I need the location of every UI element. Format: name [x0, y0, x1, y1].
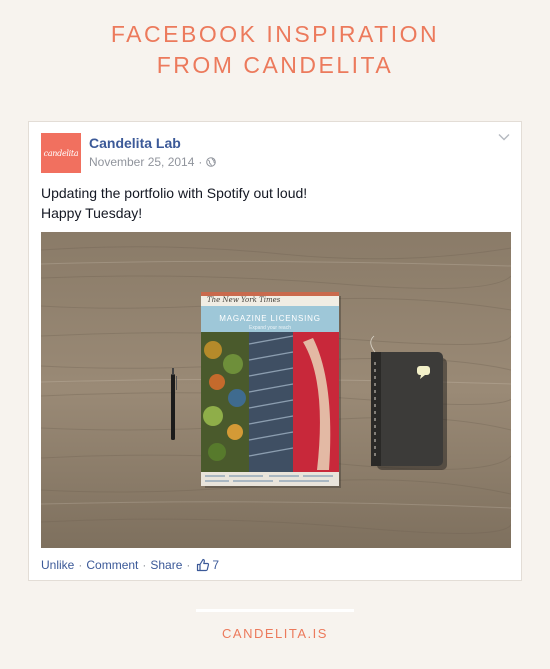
action-separator: ·	[142, 558, 147, 572]
post-meta: November 25, 2014 ·	[89, 155, 217, 169]
thumbs-up-icon	[197, 558, 210, 572]
unlike-link[interactable]: Unlike	[41, 558, 74, 572]
post-text: Updating the portfolio with Spotify out …	[41, 183, 501, 223]
magazine-subtitle: Expand your reach	[249, 325, 291, 331]
chevron-down-icon[interactable]	[498, 133, 510, 141]
post-text-line-2: Happy Tuesday!	[41, 205, 143, 221]
notebook	[370, 335, 447, 470]
action-separator: ·	[186, 558, 191, 572]
post-actions: Unlike · Comment · Share · 7	[41, 558, 219, 572]
magazine-masthead: The New York Times	[207, 296, 281, 304]
like-count[interactable]: 7	[196, 558, 219, 572]
page-avatar[interactable]: candelita	[41, 133, 81, 173]
post-photo[interactable]: The New York Times MAGAZINE LICENSING Ex…	[41, 232, 511, 548]
footer-site-link[interactable]: CANDELITA.IS	[0, 626, 550, 641]
facebook-post-card: candelita Candelita Lab November 25, 201…	[28, 121, 522, 581]
post-date[interactable]: November 25, 2014	[89, 155, 194, 169]
headline-line-1: FACEBOOK INSPIRATION	[110, 21, 440, 47]
headline-line-2: FROM CANDELITA	[156, 52, 394, 78]
photo-illustration: The New York Times MAGAZINE LICENSING Ex…	[41, 232, 511, 548]
magazine-title: MAGAZINE LICENSING	[219, 314, 321, 323]
magazine: The New York Times MAGAZINE LICENSING Ex…	[201, 292, 341, 488]
footer-divider	[196, 609, 354, 612]
like-count-value: 7	[212, 558, 220, 572]
meta-separator: ·	[198, 155, 203, 169]
page-name-link[interactable]: Candelita Lab	[89, 135, 181, 151]
comment-link[interactable]: Comment	[86, 558, 138, 572]
share-link[interactable]: Share	[150, 558, 182, 572]
page-headline: FACEBOOK INSPIRATION FROM CANDELITA	[0, 19, 550, 81]
globe-icon	[206, 157, 217, 167]
post-text-line-1: Updating the portfolio with Spotify out …	[41, 185, 308, 201]
action-separator: ·	[78, 558, 83, 572]
